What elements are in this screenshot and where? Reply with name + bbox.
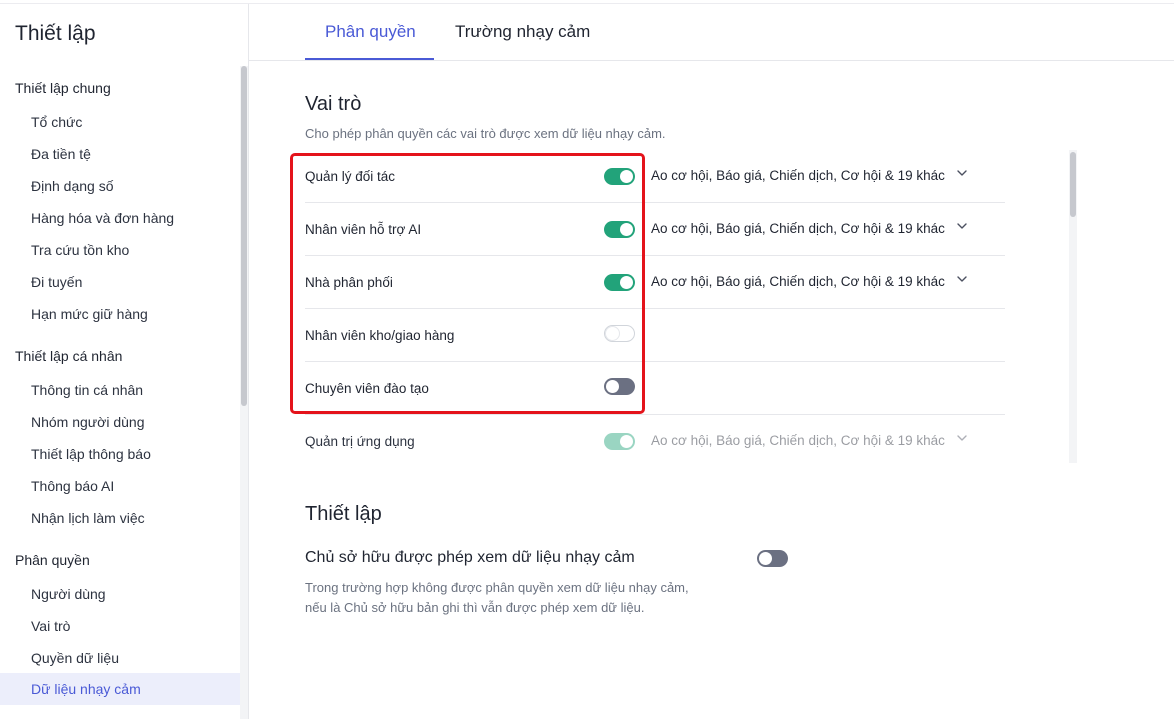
roles-section-title: Vai trò <box>305 93 362 115</box>
sidebar-item-users[interactable]: Người dùng <box>31 586 106 602</box>
role-name: Nhà phân phối <box>305 275 393 290</box>
role-row: Nhân viên hỗ trợ AI Ao cơ hội, Báo giá, … <box>305 203 1005 256</box>
role-toggle[interactable] <box>604 325 635 342</box>
role-name: Nhân viên hỗ trợ AI <box>305 222 422 237</box>
sidebar-item-work-schedule[interactable]: Nhận lịch làm việc <box>31 510 145 526</box>
role-toggle[interactable] <box>604 433 635 450</box>
sidebar-group-personal: Thiết lập cá nhân <box>15 348 123 364</box>
owner-toggle[interactable] <box>757 550 788 567</box>
role-name: Quản trị ứng dụng <box>305 434 415 449</box>
owner-setting-description: Trong trường hợp không được phân quyền x… <box>305 578 725 618</box>
sidebar-group-permissions: Phân quyền <box>15 552 90 568</box>
chevron-down-icon[interactable] <box>955 431 969 445</box>
role-toggle[interactable] <box>604 274 635 291</box>
role-name: Chuyên viên đào tạo <box>305 381 429 396</box>
role-list-scrollbar-thumb[interactable] <box>1070 152 1076 217</box>
chevron-down-icon[interactable] <box>955 219 969 233</box>
role-row: Nhà phân phối Ao cơ hội, Báo giá, Chiến … <box>305 256 1005 309</box>
sidebar-scrollbar-thumb[interactable] <box>241 66 247 406</box>
role-permissions-select[interactable]: Ao cơ hội, Báo giá, Chiến dịch, Cơ hội &… <box>651 168 945 183</box>
sidebar-item-hold-limit[interactable]: Hạn mức giữ hàng <box>31 306 148 322</box>
sidebar-item-inventory-lookup[interactable]: Tra cứu tồn kho <box>31 242 129 258</box>
role-row: Chuyên viên đào tạo <box>305 362 1005 415</box>
sidebar-item-ai-notifications[interactable]: Thông báo AI <box>31 478 114 494</box>
roles-section-description: Cho phép phân quyền các vai trò được xem… <box>305 126 666 141</box>
sidebar-item-number-format[interactable]: Định dạng số <box>31 178 114 194</box>
sidebar-item-roles[interactable]: Vai trò <box>31 618 70 634</box>
sidebar-item-multi-currency[interactable]: Đa tiền tệ <box>31 146 91 162</box>
owner-setting-label: Chủ sở hữu được phép xem dữ liệu nhạy cả… <box>305 549 635 566</box>
role-toggle[interactable] <box>604 221 635 238</box>
sidebar-item-personal-info[interactable]: Thông tin cá nhân <box>31 382 143 398</box>
settings-section-title: Thiết lập <box>305 503 382 525</box>
role-row: Nhân viên kho/giao hàng <box>305 309 1005 362</box>
active-tab-indicator <box>305 58 434 60</box>
sidebar-item-notification-settings[interactable]: Thiết lập thông báo <box>31 446 151 462</box>
owner-desc-line-2: nếu là Chủ sở hữu bản ghi thì vẫn được p… <box>305 600 645 615</box>
sidebar-group-general: Thiết lập chung <box>15 80 111 96</box>
sidebar-item-data-permissions[interactable]: Quyền dữ liệu <box>31 650 119 666</box>
role-toggle[interactable] <box>604 378 635 395</box>
tab-sensitive-fields[interactable]: Trường nhạy cảm <box>455 22 590 42</box>
tab-permissions[interactable]: Phân quyền <box>325 22 416 42</box>
role-toggle[interactable] <box>604 168 635 185</box>
role-permissions-select[interactable]: Ao cơ hội, Báo giá, Chiến dịch, Cơ hội &… <box>651 274 945 289</box>
role-permissions-select[interactable]: Ao cơ hội, Báo giá, Chiến dịch, Cơ hội &… <box>651 433 945 448</box>
sidebar-title: Thiết lập <box>15 22 96 45</box>
role-list: Quản lý đối tác Ao cơ hội, Báo giá, Chiế… <box>305 150 1005 463</box>
chevron-down-icon[interactable] <box>955 272 969 286</box>
role-row: Quản lý đối tác Ao cơ hội, Báo giá, Chiế… <box>305 150 1005 203</box>
role-permissions-select[interactable]: Ao cơ hội, Báo giá, Chiến dịch, Cơ hội &… <box>651 221 945 236</box>
sidebar-item-sensitive-data[interactable]: Dữ liệu nhạy cảm <box>0 673 240 705</box>
role-name: Quản lý đối tác <box>305 169 396 184</box>
owner-desc-line-1: Trong trường hợp không được phân quyền x… <box>305 580 689 595</box>
sidebar-item-organization[interactable]: Tổ chức <box>31 114 82 130</box>
sidebar-item-user-groups[interactable]: Nhóm người dùng <box>31 414 145 430</box>
sidebar-item-goods-orders[interactable]: Hàng hóa và đơn hàng <box>31 210 174 226</box>
tab-bar: Phân quyền Trường nhạy cảm <box>249 4 1174 61</box>
role-row: Quản trị ứng dụng Ao cơ hội, Báo giá, Ch… <box>305 415 1005 463</box>
role-name: Nhân viên kho/giao hàng <box>305 328 455 343</box>
settings-sidebar: Thiết lập Thiết lập chung Tổ chức Đa tiề… <box>0 4 249 719</box>
chevron-down-icon[interactable] <box>955 166 969 180</box>
sidebar-item-routing[interactable]: Đi tuyến <box>31 274 82 290</box>
